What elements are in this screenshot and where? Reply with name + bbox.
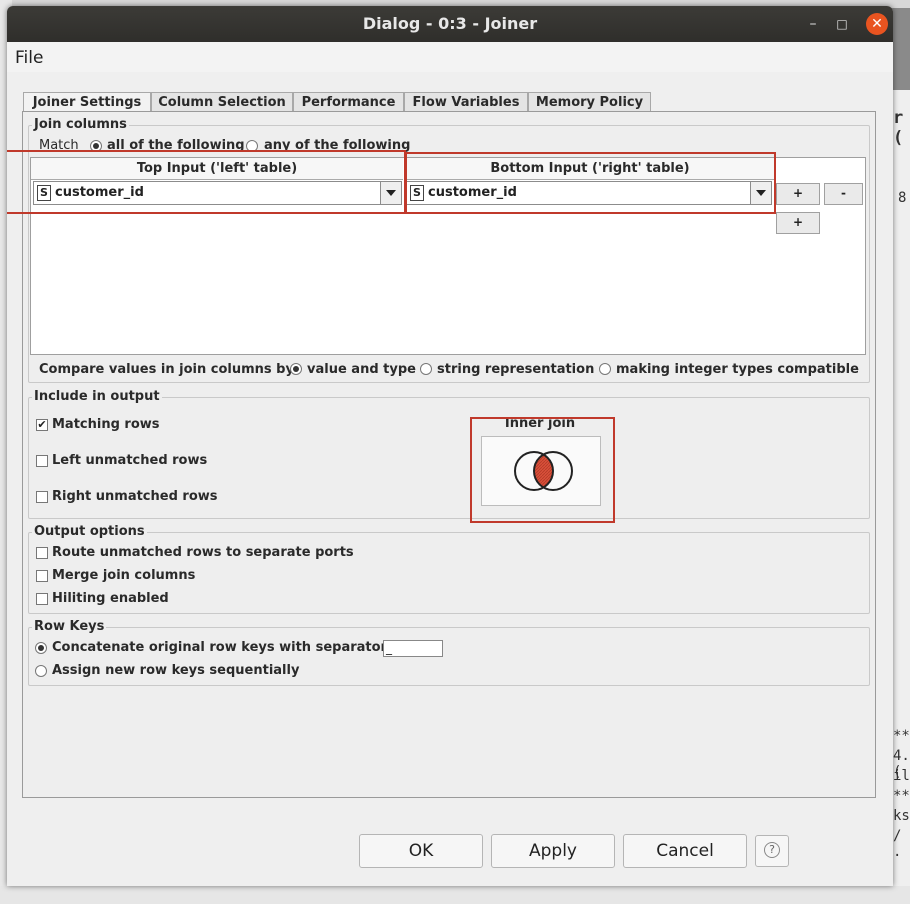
compare-integer-label[interactable]: making integer types compatible	[616, 362, 859, 377]
window-title: Dialog - 0:3 - Joiner	[362, 14, 538, 33]
group-title: Join columns	[32, 117, 129, 132]
hiliting-checkbox[interactable]	[36, 593, 48, 605]
background-fragment: r (	[893, 108, 904, 148]
highlight-top-input	[7, 150, 406, 214]
background-code-line: ksp	[893, 808, 910, 824]
ok-button[interactable]: OK	[359, 834, 483, 868]
concat-row-keys-radio[interactable]	[35, 642, 47, 654]
hiliting-label[interactable]: Hiliting enabled	[52, 591, 169, 606]
compare-integer-radio[interactable]	[599, 363, 611, 375]
help-icon[interactable]	[755, 835, 789, 867]
cancel-button[interactable]: Cancel	[623, 834, 747, 868]
group-title: Include in output	[32, 389, 162, 404]
highlight-bottom-input	[405, 152, 776, 214]
matching-rows-label[interactable]: Matching rows	[52, 417, 160, 432]
compare-string-label[interactable]: string representation	[437, 362, 594, 377]
merge-columns-label[interactable]: Merge join columns	[52, 568, 195, 583]
background-code-line: **	[893, 788, 910, 804]
assign-row-keys-radio[interactable]	[35, 665, 47, 677]
separator-input[interactable]: _	[383, 640, 443, 657]
tab-column-selection[interactable]: Column Selection	[151, 92, 293, 112]
group-title: Row Keys	[32, 619, 107, 634]
title-bar[interactable]: Dialog - 0:3 - Joiner – □ ✕	[7, 6, 893, 42]
compare-string-radio[interactable]	[420, 363, 432, 375]
merge-columns-checkbox[interactable]	[36, 570, 48, 582]
route-unmatched-checkbox[interactable]	[36, 547, 48, 559]
close-icon[interactable]: ✕	[866, 13, 888, 35]
compare-label: Compare values in join columns by	[39, 362, 294, 377]
left-unmatched-checkbox[interactable]	[36, 455, 48, 467]
compare-value-type-radio[interactable]	[290, 363, 302, 375]
matching-rows-checkbox[interactable]: ✔	[36, 419, 48, 431]
background-fragment: 8	[898, 190, 907, 206]
minimize-icon[interactable]: –	[802, 13, 824, 35]
joiner-dialog: Dialog - 0:3 - Joiner – □ ✕ File Joiner …	[7, 6, 893, 886]
highlight-join-type	[470, 417, 615, 523]
tab-flow-variables[interactable]: Flow Variables	[404, 92, 528, 112]
right-unmatched-label[interactable]: Right unmatched rows	[52, 489, 218, 504]
tab-memory-policy[interactable]: Memory Policy	[528, 92, 651, 112]
tab-joiner-settings[interactable]: Joiner Settings	[23, 92, 151, 113]
compare-value-type-label[interactable]: value and type	[307, 362, 416, 377]
background-app-right-edge: r ( 8 ** 4.( ilt ** ksp / .	[893, 90, 910, 904]
maximize-icon[interactable]: □	[831, 13, 853, 35]
background-code-line: **	[893, 728, 910, 744]
add-row-below-button[interactable]: +	[776, 212, 820, 234]
route-unmatched-label[interactable]: Route unmatched rows to separate ports	[52, 545, 354, 560]
add-row-button[interactable]: +	[776, 183, 820, 205]
menu-bar	[7, 42, 893, 72]
apply-button[interactable]: Apply	[491, 834, 615, 868]
right-unmatched-checkbox[interactable]	[36, 491, 48, 503]
menu-file[interactable]: File	[15, 48, 43, 68]
background-app-bottom	[0, 886, 910, 904]
group-title: Output options	[32, 524, 147, 539]
assign-row-keys-label[interactable]: Assign new row keys sequentially	[52, 663, 299, 678]
remove-row-button[interactable]: -	[824, 183, 863, 205]
background-code-line: ilt	[893, 768, 910, 784]
background-code-line: / .	[893, 828, 902, 860]
left-unmatched-label[interactable]: Left unmatched rows	[52, 453, 207, 468]
concat-row-keys-label[interactable]: Concatenate original row keys with separ…	[52, 640, 387, 655]
tab-performance[interactable]: Performance	[293, 92, 404, 112]
